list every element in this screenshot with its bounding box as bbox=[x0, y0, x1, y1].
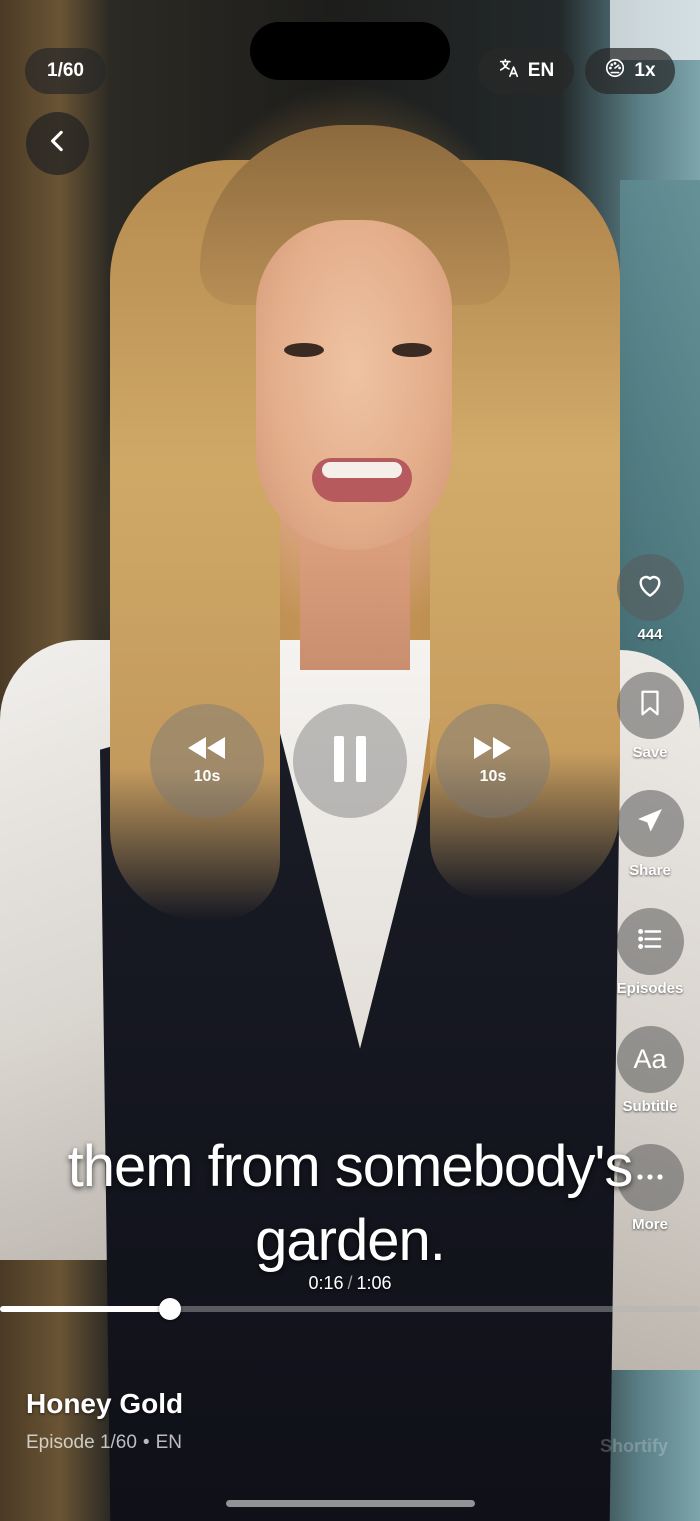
progress-fill bbox=[0, 1306, 170, 1312]
forward-label: 10s bbox=[479, 767, 507, 785]
paper-plane-icon bbox=[634, 805, 666, 842]
pause-icon bbox=[334, 735, 366, 787]
save-button[interactable] bbox=[616, 672, 684, 739]
playback-speed-button[interactable]: 1x bbox=[585, 48, 675, 94]
forward-10s-button[interactable]: 10s bbox=[436, 704, 550, 818]
episodes-label: Episodes bbox=[616, 980, 684, 997]
font-aa-icon: Aa bbox=[633, 1044, 667, 1074]
neck bbox=[300, 530, 410, 670]
share-button[interactable] bbox=[616, 790, 684, 857]
rewind-icon bbox=[188, 736, 226, 764]
subtitle-action[interactable]: Aa Subtitle bbox=[615, 1026, 685, 1115]
eye-right bbox=[392, 343, 432, 357]
meta-dot: • bbox=[142, 1432, 150, 1453]
save-label: Save bbox=[632, 744, 668, 761]
language-button[interactable]: EN bbox=[478, 48, 574, 94]
fast-forward-icon bbox=[474, 736, 512, 764]
back-button[interactable] bbox=[26, 112, 89, 175]
episode-counter-label: 1/60 bbox=[47, 60, 84, 81]
current-time: 0:16 bbox=[308, 1273, 344, 1293]
episode-meta: Episode 1/60 • EN bbox=[26, 1432, 182, 1454]
episode-language: EN bbox=[155, 1432, 182, 1453]
total-time: 1:06 bbox=[356, 1273, 392, 1293]
rewind-label: 10s bbox=[193, 767, 221, 785]
list-icon bbox=[635, 924, 665, 959]
dynamic-island bbox=[250, 22, 450, 80]
pause-button[interactable] bbox=[293, 704, 407, 818]
progress-bar[interactable] bbox=[0, 1298, 700, 1320]
episode-counter-badge: 1/60 bbox=[25, 48, 106, 94]
playback-time: 0:16/1:06 bbox=[0, 1273, 700, 1294]
watermark-logo: Shortify bbox=[600, 1436, 669, 1456]
like-count: 444 bbox=[637, 626, 663, 643]
share-action[interactable]: Share bbox=[615, 790, 685, 879]
share-label: Share bbox=[629, 862, 671, 879]
save-action[interactable]: Save bbox=[615, 672, 685, 761]
eye-left bbox=[284, 343, 324, 357]
episode-label: Episode 1/60 bbox=[26, 1432, 137, 1453]
rewind-10s-button[interactable]: 10s bbox=[150, 704, 264, 818]
speedometer-icon bbox=[604, 57, 626, 85]
chevron-left-icon bbox=[45, 128, 71, 159]
show-title[interactable]: Honey Gold bbox=[26, 1388, 183, 1420]
episodes-action[interactable]: Episodes bbox=[615, 908, 685, 997]
teeth bbox=[322, 462, 402, 478]
episodes-button[interactable] bbox=[616, 908, 684, 975]
speed-label: 1x bbox=[634, 60, 656, 81]
progress-scrubber-handle[interactable] bbox=[159, 1298, 181, 1320]
subtitle-label: Subtitle bbox=[622, 1098, 678, 1115]
heart-icon bbox=[634, 569, 666, 606]
subtitle-line-2: garden. bbox=[255, 1208, 446, 1273]
time-separator: / bbox=[347, 1273, 353, 1293]
subtitle-button[interactable]: Aa bbox=[616, 1026, 684, 1093]
subtitle-line-1: them from somebody's bbox=[67, 1134, 634, 1199]
like-action[interactable]: 444 bbox=[615, 554, 685, 643]
translate-icon bbox=[498, 57, 520, 85]
bookmark-icon bbox=[635, 688, 665, 723]
language-label: EN bbox=[527, 60, 555, 81]
subtitle-caption: them from somebody's garden. bbox=[0, 1130, 700, 1278]
home-indicator[interactable] bbox=[226, 1500, 475, 1507]
like-button[interactable] bbox=[616, 554, 684, 621]
